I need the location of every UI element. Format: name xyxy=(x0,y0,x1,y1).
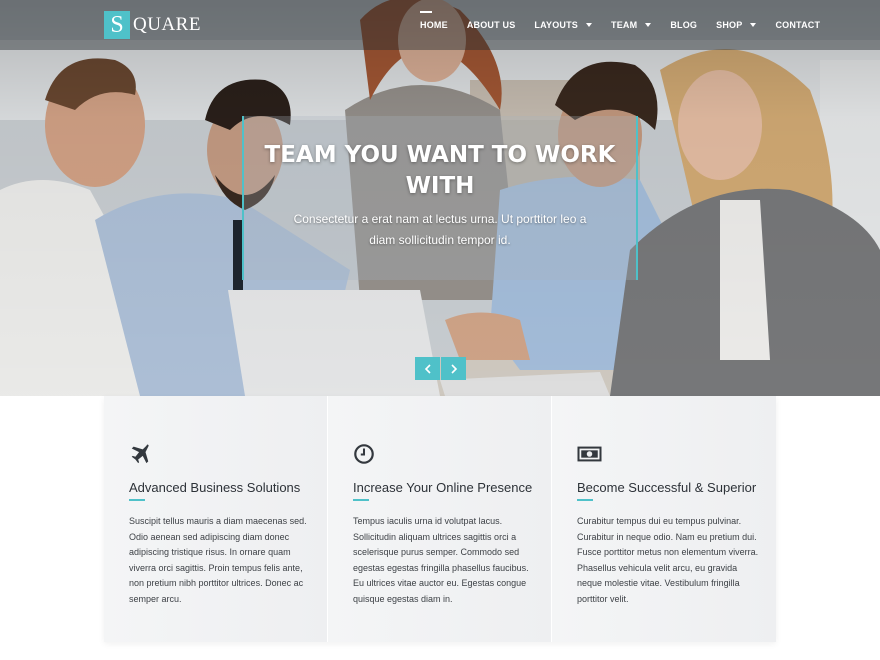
slider-next-button[interactable] xyxy=(441,357,466,380)
feature-title: Become Successful & Superior xyxy=(577,480,757,495)
airplane-icon xyxy=(131,444,149,464)
feature-text: Curabitur tempus dui eu tempus pulvinar.… xyxy=(577,516,759,604)
feature-card: Advanced Business Solutions Suscipit tel… xyxy=(104,396,328,642)
money-icon xyxy=(577,446,602,462)
chevron-down-icon xyxy=(586,23,592,27)
nav-label: LAYOUTS xyxy=(534,20,578,30)
clock-icon xyxy=(354,444,374,464)
feature-divider xyxy=(129,499,145,501)
slider-prev-button[interactable] xyxy=(415,357,440,380)
chevron-right-icon xyxy=(450,363,457,374)
features-section: Advanced Business Solutions Suscipit tel… xyxy=(104,396,776,642)
nav-item-blog[interactable]: BLOG xyxy=(670,20,697,30)
site-header: S QUARE HOME ABOUT US LAYOUTS TEAM BLOG … xyxy=(0,0,880,50)
feature-text: Tempus iaculis urna id volutpat lacus. S… xyxy=(353,516,529,604)
logo-text: QUARE xyxy=(133,14,201,35)
feature-divider xyxy=(577,499,593,501)
feature-card: Become Successful & Superior Curabitur t… xyxy=(552,396,776,642)
chevron-left-icon xyxy=(424,363,431,374)
slide-caption: TEAM YOU WANT TO WORK WITH Consectetur a… xyxy=(242,116,638,280)
nav-label: HOME xyxy=(420,20,448,30)
nav-label: BLOG xyxy=(670,20,698,30)
slide-text: Consectetur a erat nam at lectus urna. U… xyxy=(293,212,587,247)
slide-title: TEAM YOU WANT TO WORK WITH xyxy=(264,142,616,199)
slider-controls xyxy=(415,357,467,380)
nav-item-contact[interactable]: CONTACT xyxy=(775,20,820,30)
nav-label: CONTACT xyxy=(775,20,821,30)
feature-text: Suscipit tellus mauris a diam maecenas s… xyxy=(129,516,307,604)
chevron-down-icon xyxy=(750,23,757,27)
page: S QUARE HOME ABOUT US LAYOUTS TEAM BLOG … xyxy=(0,0,880,660)
feature-title: Increase Your Online Presence xyxy=(353,480,533,495)
logo-mark: S xyxy=(104,11,130,39)
feature-card: Increase Your Online Presence Tempus iac… xyxy=(328,396,552,642)
feature-title: Advanced Business Solutions xyxy=(129,480,301,495)
nav-label: ABOUT US xyxy=(466,20,516,30)
chevron-down-icon xyxy=(645,23,652,27)
nav-item-home[interactable]: HOME xyxy=(420,11,448,30)
nav-item-about-us[interactable]: ABOUT US xyxy=(467,20,516,30)
nav-label: TEAM xyxy=(611,20,638,30)
site-logo[interactable]: S QUARE xyxy=(104,11,201,39)
nav-item-layouts[interactable]: LAYOUTS xyxy=(534,20,592,30)
feature-divider xyxy=(353,499,369,501)
hero-slider: S QUARE HOME ABOUT US LAYOUTS TEAM BLOG … xyxy=(0,0,880,396)
nav-item-shop[interactable]: SHOP xyxy=(716,20,757,30)
nav-item-team[interactable]: TEAM xyxy=(611,20,652,30)
main-nav: HOME ABOUT US LAYOUTS TEAM BLOG SHOP CON… xyxy=(420,0,839,50)
nav-label: SHOP xyxy=(716,20,743,30)
